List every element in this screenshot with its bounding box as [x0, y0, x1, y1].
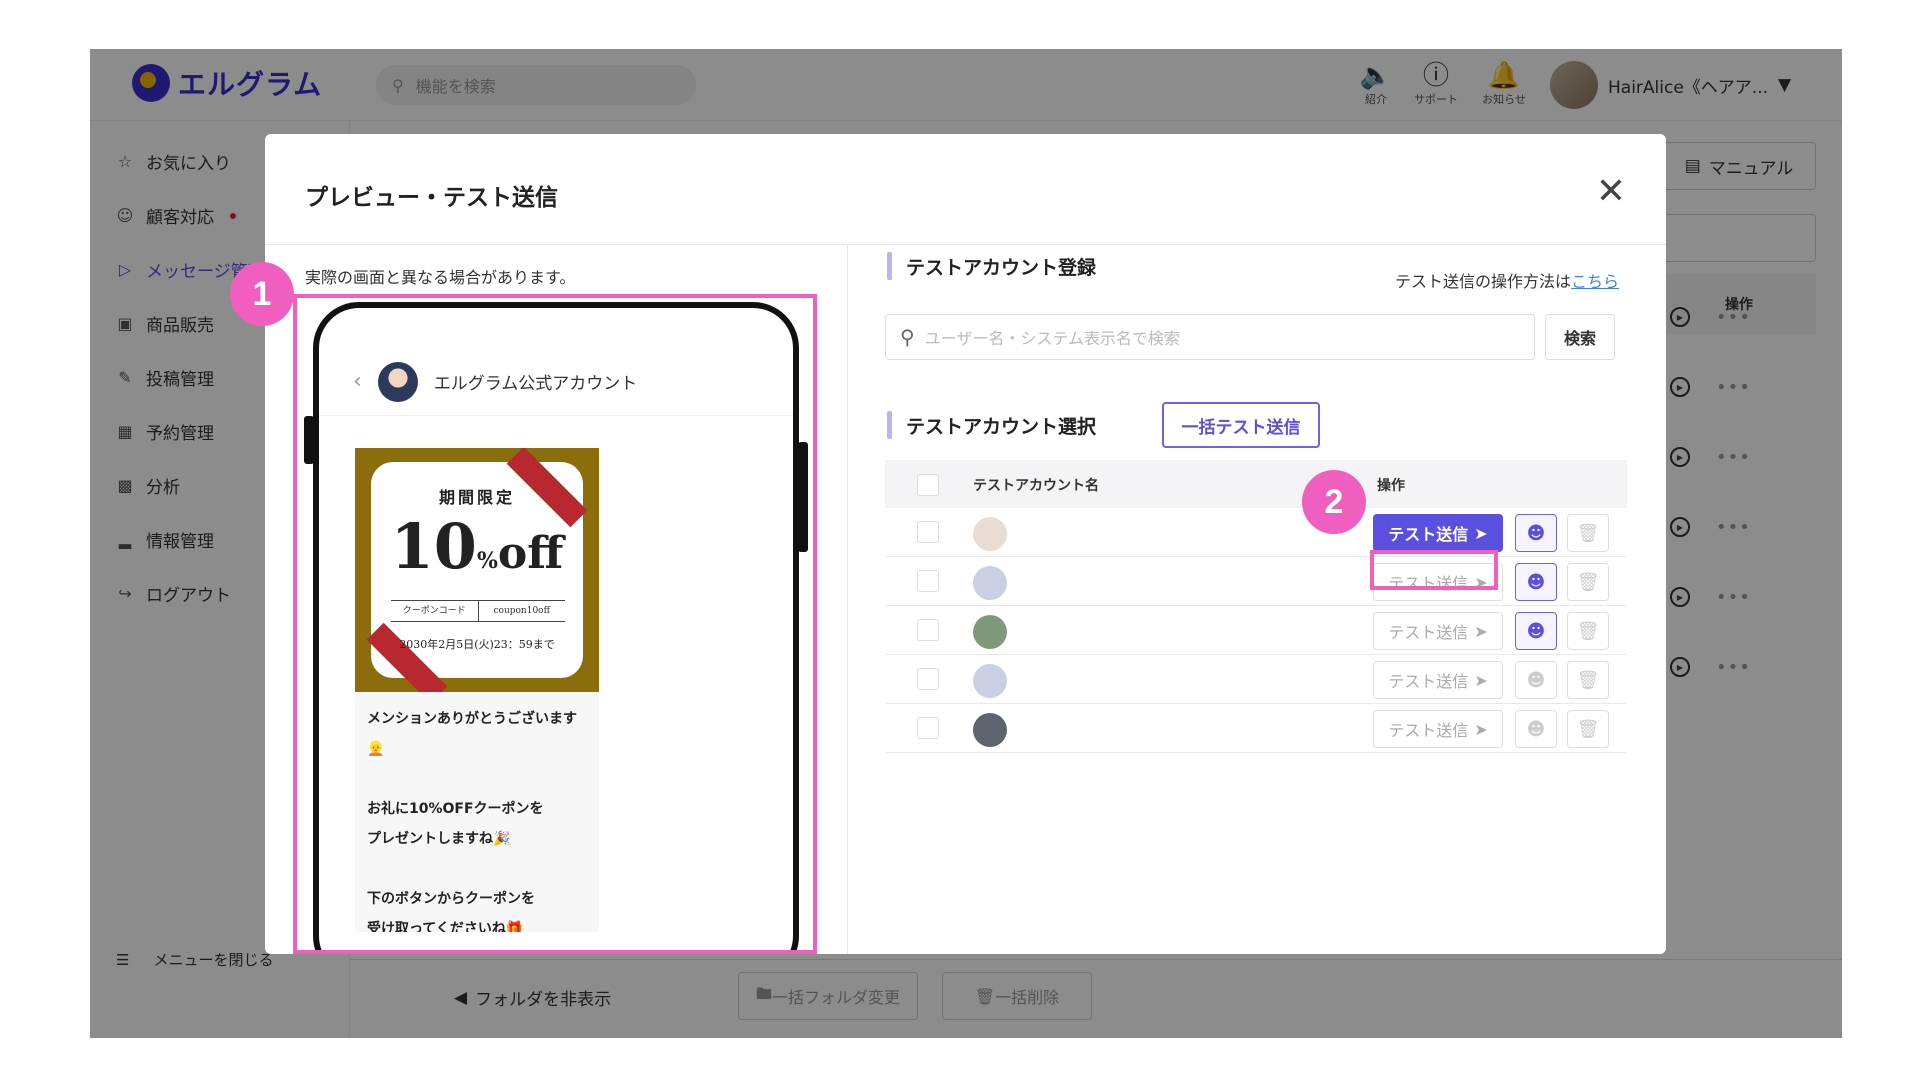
user-gear-icon: ☻ [1526, 620, 1546, 642]
trash-icon: 🗑 [1576, 718, 1600, 740]
row-checkbox[interactable] [917, 570, 939, 592]
table-row: テスト送信 ➤ ☻ 🗑 [885, 704, 1627, 753]
delete-button[interactable]: 🗑 [1567, 514, 1609, 552]
trash-icon: 🗑 [1576, 522, 1600, 544]
account-table-header: テストアカウント名 操作 [885, 460, 1627, 508]
avatar [973, 664, 1007, 698]
howto-text: テスト送信の操作方法はこちら [1395, 268, 1619, 292]
row-checkbox[interactable] [917, 619, 939, 641]
register-section-title: テストアカウント登録 [906, 256, 1097, 279]
user-settings-button[interactable]: ☻ [1515, 563, 1557, 601]
avatar [973, 615, 1007, 649]
user-gear-icon: ☻ [1526, 669, 1546, 691]
row-checkbox[interactable] [917, 717, 939, 739]
delete-button[interactable]: 🗑 [1567, 661, 1609, 699]
user-settings-button[interactable]: ☻ [1515, 612, 1557, 650]
test-send-label: テスト送信 [1388, 623, 1469, 642]
select-section-title: テストアカウント選択 [906, 415, 1097, 438]
user-gear-icon: ☻ [1526, 718, 1546, 740]
avatar [973, 713, 1007, 747]
test-send-button[interactable]: テスト送信 ➤ [1373, 612, 1503, 650]
test-send-label: テスト送信 [1388, 525, 1469, 544]
paper-plane-icon: ➤ [1474, 523, 1488, 543]
paper-plane-icon: ➤ [1474, 670, 1488, 690]
trash-icon: 🗑 [1576, 669, 1600, 691]
table-row: テスト送信 ➤ ☻ 🗑 [885, 606, 1627, 655]
table-row: テスト送信 ➤ ☻ 🗑 [885, 557, 1627, 606]
callout-badge-1: 1 [230, 262, 294, 326]
row-checkbox[interactable] [917, 668, 939, 690]
account-search-placeholder: ユーザー名・システム表示名で検索 [924, 329, 1180, 348]
avatar [973, 517, 1007, 551]
table-row: テスト送信 ➤ ☻ 🗑 [885, 655, 1627, 704]
modal-title: プレビュー・テスト送信 [305, 185, 558, 211]
preview-test-send-modal: プレビュー・テスト送信 ✕ 実際の画面と異なる場合があります。 ‹ エルグラム公… [265, 134, 1666, 954]
test-send-label: テスト送信 [1388, 721, 1469, 740]
callout-badge-2: 2 [1302, 470, 1366, 534]
avatar [973, 566, 1007, 600]
delete-button[interactable]: 🗑 [1567, 710, 1609, 748]
table-row: テスト送信 ➤ ☻ 🗑 [885, 508, 1627, 557]
search-icon: ⚲ [900, 325, 915, 349]
register-section-header: テストアカウント登録 [887, 252, 1096, 280]
trash-icon: 🗑 [1576, 620, 1600, 642]
paper-plane-icon: ➤ [1474, 621, 1488, 641]
section-accent-bar [887, 252, 892, 280]
test-send-button[interactable]: テスト送信 ➤ [1373, 514, 1503, 552]
col-account-name: テストアカウント名 [973, 478, 1099, 494]
col-operation: 操作 [1377, 478, 1405, 494]
row-checkbox[interactable] [917, 521, 939, 543]
user-settings-button[interactable]: ☻ [1515, 710, 1557, 748]
select-section-header: テストアカウント選択 [887, 411, 1096, 439]
bulk-test-send-button[interactable]: 一括テスト送信 [1162, 402, 1320, 448]
delete-button[interactable]: 🗑 [1567, 612, 1609, 650]
modal-header-divider [265, 244, 1666, 245]
test-send-button[interactable]: テスト送信 ➤ [1373, 710, 1503, 748]
delete-button[interactable]: 🗑 [1567, 563, 1609, 601]
preview-highlight-frame [293, 294, 817, 954]
preview-note: 実際の画面と異なる場合があります。 [305, 268, 576, 287]
user-gear-icon: ☻ [1526, 571, 1546, 593]
select-all-checkbox[interactable] [917, 474, 939, 496]
section-accent-bar [887, 411, 892, 439]
paper-plane-icon: ➤ [1474, 719, 1488, 739]
test-send-label: テスト送信 [1388, 672, 1469, 691]
trash-icon: 🗑 [1576, 571, 1600, 593]
howto-link[interactable]: こちら [1571, 272, 1619, 291]
account-search-input[interactable]: ⚲ ユーザー名・システム表示名で検索 [885, 314, 1535, 360]
modal-column-divider [847, 245, 848, 954]
howto-prefix: テスト送信の操作方法は [1395, 272, 1572, 291]
test-send-button[interactable]: テスト送信 ➤ [1373, 661, 1503, 699]
send-button-highlight-frame [1370, 550, 1498, 590]
user-settings-button[interactable]: ☻ [1515, 661, 1557, 699]
user-gear-icon: ☻ [1526, 522, 1546, 544]
search-button[interactable]: 検索 [1545, 314, 1615, 360]
user-settings-button[interactable]: ☻ [1515, 514, 1557, 552]
close-icon[interactable]: ✕ [1591, 172, 1631, 212]
